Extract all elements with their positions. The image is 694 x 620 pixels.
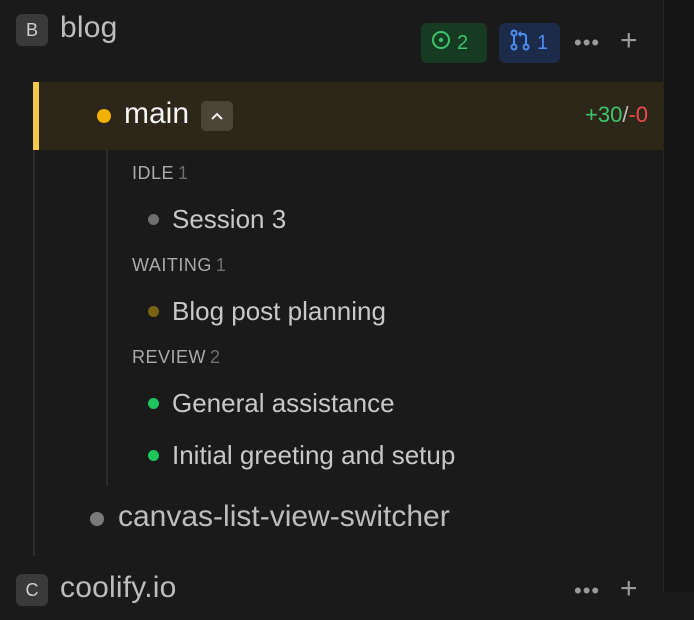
branch-row-main[interactable]: main +30/-0 [33, 82, 664, 150]
plus-icon[interactable]: + [620, 572, 638, 606]
chevron-up-icon[interactable] [201, 101, 233, 131]
project-row-coolify[interactable]: C coolify.io ••• + [0, 560, 664, 620]
diff-added: +30 [584, 102, 623, 127]
pull-request-icon [509, 29, 531, 57]
group-count: 1 [215, 255, 227, 275]
diff-stats: +30/-0 [585, 102, 648, 128]
session-label: General assistance [172, 388, 395, 418]
diff-removed: -0 [628, 102, 648, 127]
group-count: 1 [178, 163, 189, 183]
session-label: Session 3 [172, 204, 287, 234]
project-name: coolify.io [60, 571, 177, 604]
tree-guide-line [106, 150, 108, 486]
branch-name: main [124, 97, 190, 130]
branch-status-dot [90, 512, 104, 526]
branch-row-canvas-list-view-switcher[interactable]: canvas-list-view-switcher [118, 500, 450, 534]
session-label: Blog post planning [172, 296, 386, 326]
issues-badge[interactable]: 2 [421, 23, 487, 63]
session-status-dot [148, 214, 159, 225]
group-header-waiting: WAITING 1 [132, 255, 226, 276]
group-header-review: REVIEW 2 [132, 347, 221, 368]
project-avatar: C [16, 574, 48, 606]
project-avatar: B [16, 14, 48, 46]
project-name: blog [60, 11, 118, 44]
more-icon[interactable]: ••• [574, 30, 600, 56]
group-label: WAITING [132, 255, 212, 275]
session-status-dot [148, 398, 159, 409]
session-status-dot [148, 306, 159, 317]
group-count: 2 [210, 347, 221, 367]
right-panel-edge [663, 0, 694, 592]
issues-count: 2 [457, 31, 469, 54]
issue-icon [431, 30, 451, 56]
tree-guide-line [33, 150, 35, 556]
group-label: REVIEW [132, 347, 207, 367]
more-icon[interactable]: ••• [574, 578, 600, 604]
prs-count: 1 [537, 31, 549, 54]
group-label: IDLE [132, 163, 175, 183]
group-header-idle: IDLE 1 [132, 163, 189, 184]
plus-icon[interactable]: + [620, 24, 638, 58]
project-row-blog[interactable]: B blog 2 1 ••• + [0, 0, 664, 63]
session-label: Initial greeting and setup [172, 440, 456, 470]
session-status-dot [148, 450, 159, 461]
branch-status-dot [97, 109, 111, 123]
pull-requests-badge[interactable]: 1 [499, 23, 560, 63]
